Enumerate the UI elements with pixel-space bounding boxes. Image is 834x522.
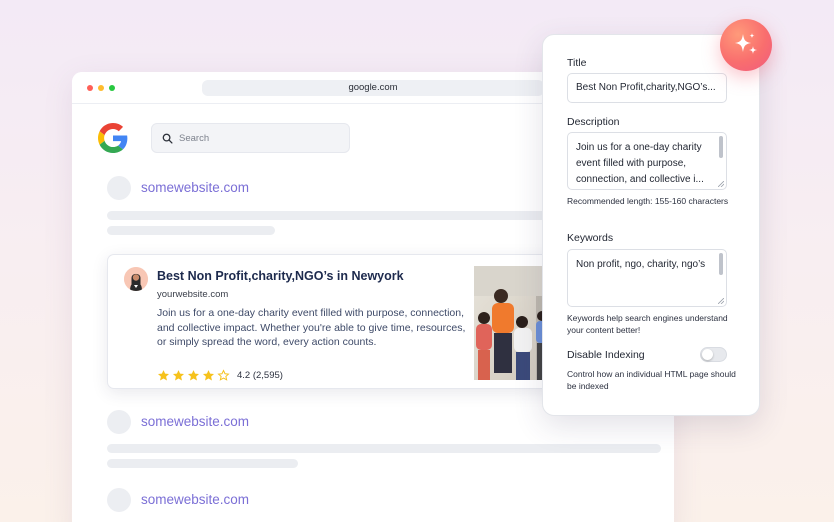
search-box[interactable]: Search (151, 123, 350, 153)
ai-generate-button[interactable] (720, 19, 772, 71)
rating: 4.2 (2,595) (157, 368, 283, 382)
description-scrollbar[interactable] (719, 136, 723, 158)
search-result-placeholder: somewebsite.com (107, 488, 507, 512)
site-favicon-placeholder (107, 176, 131, 200)
search-result-placeholder: somewebsite.com (107, 410, 507, 434)
description-label: Description (567, 116, 620, 128)
maximize-window-dot[interactable] (109, 85, 115, 91)
star-filled-icon (172, 369, 185, 380)
title-input[interactable]: Best Non Profit,charity,NGO’s... (567, 73, 727, 103)
toggle-knob (702, 349, 713, 360)
star-filled-icon (157, 369, 170, 380)
skeleton-line (107, 226, 275, 235)
search-result-placeholder: somewebsite.com (107, 176, 507, 200)
sparkle-icon (735, 33, 757, 54)
star-empty-icon (217, 368, 230, 381)
site-link[interactable]: somewebsite.com (141, 180, 249, 195)
result-title[interactable]: Best Non Profit,charity,NGO’s in Newyork (157, 269, 404, 283)
site-favicon-placeholder (107, 410, 131, 434)
result-url[interactable]: yourwebsite.com (157, 289, 228, 300)
keywords-label: Keywords (567, 232, 614, 244)
title-label: Title (567, 57, 587, 69)
keywords-scrollbar[interactable] (719, 253, 723, 275)
site-link[interactable]: somewebsite.com (141, 414, 249, 429)
disable-indexing-label: Disable Indexing (567, 349, 645, 361)
description-value: Join us for a one-day charity event fill… (576, 142, 704, 185)
keywords-value: Non profit, ngo, charity, ngo’s (576, 259, 706, 270)
resize-handle-icon[interactable] (718, 298, 724, 304)
description-hint: Recommended length: 155-160 characters (567, 196, 729, 206)
rating-text: 4.2 (2,595) (237, 369, 283, 381)
star-filled-icon (202, 369, 215, 380)
search-icon (162, 133, 173, 144)
address-bar[interactable]: google.com (202, 80, 544, 96)
site-favicon-placeholder (107, 488, 131, 512)
skeleton-line (107, 459, 298, 468)
search-placeholder: Search (179, 133, 210, 144)
result-description: Join us for a one-day charity event fill… (157, 307, 466, 348)
resize-handle-icon[interactable] (718, 181, 724, 187)
skeleton-line (107, 211, 547, 220)
featured-search-result[interactable]: Best Non Profit,charity,NGO’s in Newyork… (107, 254, 559, 389)
close-window-dot[interactable] (87, 85, 93, 91)
disable-indexing-toggle[interactable] (700, 347, 727, 362)
description-textarea[interactable]: Join us for a one-day charity event fill… (567, 132, 727, 190)
keywords-hint: Keywords help search engines understand … (567, 313, 728, 335)
avatar-icon (124, 267, 148, 291)
minimize-window-dot[interactable] (98, 85, 104, 91)
site-link[interactable]: somewebsite.com (141, 492, 249, 507)
star-filled-icon (187, 369, 200, 380)
skeleton-line (107, 444, 661, 453)
indexing-hint: Control how an individual HTML page shou… (567, 369, 736, 391)
seo-settings-panel: Title Best Non Profit,charity,NGO’s... D… (542, 34, 760, 416)
keywords-textarea[interactable]: Non profit, ngo, charity, ngo’s (567, 249, 727, 307)
google-logo-icon (98, 123, 128, 153)
